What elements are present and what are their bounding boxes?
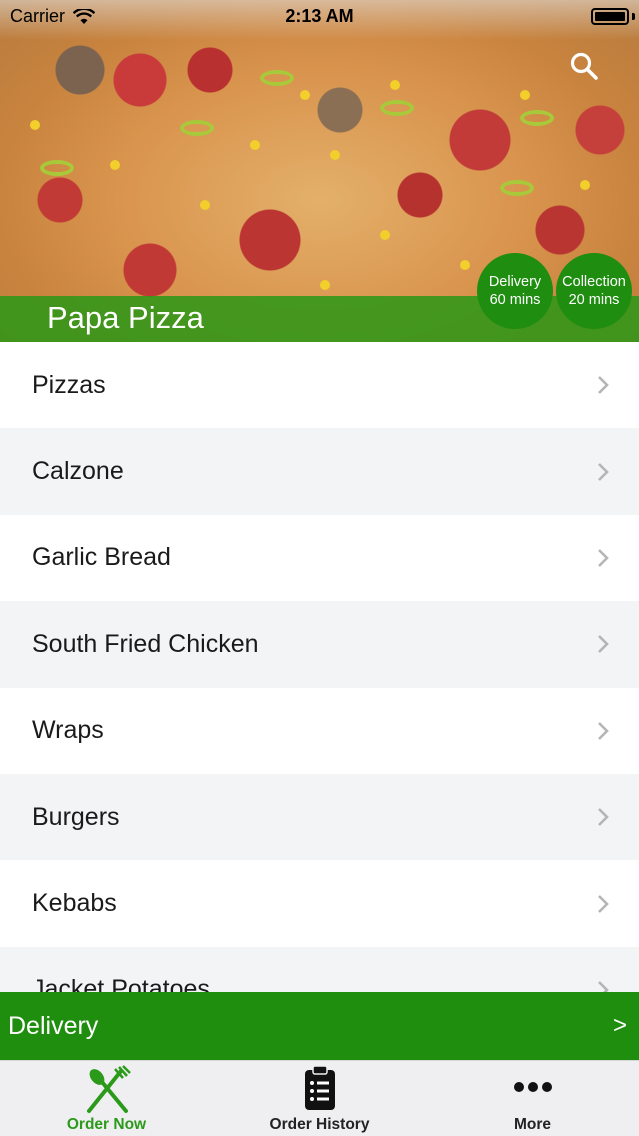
chevron-right-icon (598, 462, 609, 481)
tab-label: More (513, 1116, 552, 1133)
search-icon (570, 52, 598, 80)
delivery-badge-label: Delivery (488, 274, 542, 290)
category-row-south-fried-chicken[interactable]: South Fried Chicken (0, 601, 639, 688)
chevron-right-icon (598, 894, 609, 913)
battery-icon (591, 8, 629, 25)
category-label: Pizzas (32, 370, 106, 399)
category-row-jacket-potatoes[interactable]: Jacket Potatoes (0, 946, 639, 992)
delivery-badge-time: 60 mins (489, 292, 541, 308)
chevron-right-icon (598, 808, 609, 827)
more-icon (513, 1082, 552, 1092)
tab-more[interactable]: More (426, 1061, 639, 1136)
battery-tip (632, 13, 635, 20)
category-row-kebabs[interactable]: Kebabs (0, 860, 639, 947)
category-row-calzone[interactable]: Calzone (0, 428, 639, 515)
category-row-pizzas[interactable]: Pizzas (0, 342, 639, 429)
chevron-right-icon (598, 721, 609, 740)
chevron-right-icon (598, 635, 609, 654)
category-label: Garlic Bread (32, 543, 171, 572)
category-label: Burgers (32, 802, 120, 831)
tab-label: Order Now (66, 1116, 147, 1133)
category-row-garlic-bread[interactable]: Garlic Bread (0, 514, 639, 602)
delivery-mode-bar[interactable]: Delivery > (0, 992, 639, 1060)
chevron-right-icon (598, 376, 609, 395)
status-bar: Carrier 2:13 AM (0, 0, 639, 34)
collection-time-badge: Collection 20 mins (556, 253, 632, 329)
category-label: Jacket Potatoes (32, 975, 210, 992)
category-label: South Fried Chicken (32, 629, 259, 658)
clipboard-icon (304, 1065, 335, 1110)
tab-order-now[interactable]: Order Now (0, 1061, 213, 1136)
collection-badge-time: 20 mins (568, 292, 620, 308)
tab-bar: Order Now Order History More (0, 1060, 639, 1136)
category-label: Calzone (32, 457, 124, 486)
delivery-arrow: > (612, 1012, 627, 1039)
category-label: Kebabs (32, 889, 117, 918)
cutlery-icon (86, 1065, 131, 1113)
search-button[interactable] (566, 48, 602, 84)
category-label: Wraps (32, 716, 104, 745)
tab-label: Order History (269, 1116, 370, 1133)
category-list: Pizzas Calzone Garlic Bread South Fried … (0, 342, 639, 992)
tab-order-history[interactable]: Order History (213, 1061, 426, 1136)
collection-badge-label: Collection (562, 274, 626, 290)
category-row-wraps[interactable]: Wraps (0, 687, 639, 774)
category-row-burgers[interactable]: Burgers (0, 773, 639, 861)
status-time: 2:13 AM (285, 6, 354, 26)
chevron-right-icon (598, 549, 609, 567)
chevron-right-icon (598, 981, 609, 992)
delivery-time-badge: Delivery 60 mins (477, 253, 553, 329)
restaurant-name: Papa Pizza (47, 300, 204, 335)
delivery-mode-label: Delivery (8, 1012, 99, 1040)
